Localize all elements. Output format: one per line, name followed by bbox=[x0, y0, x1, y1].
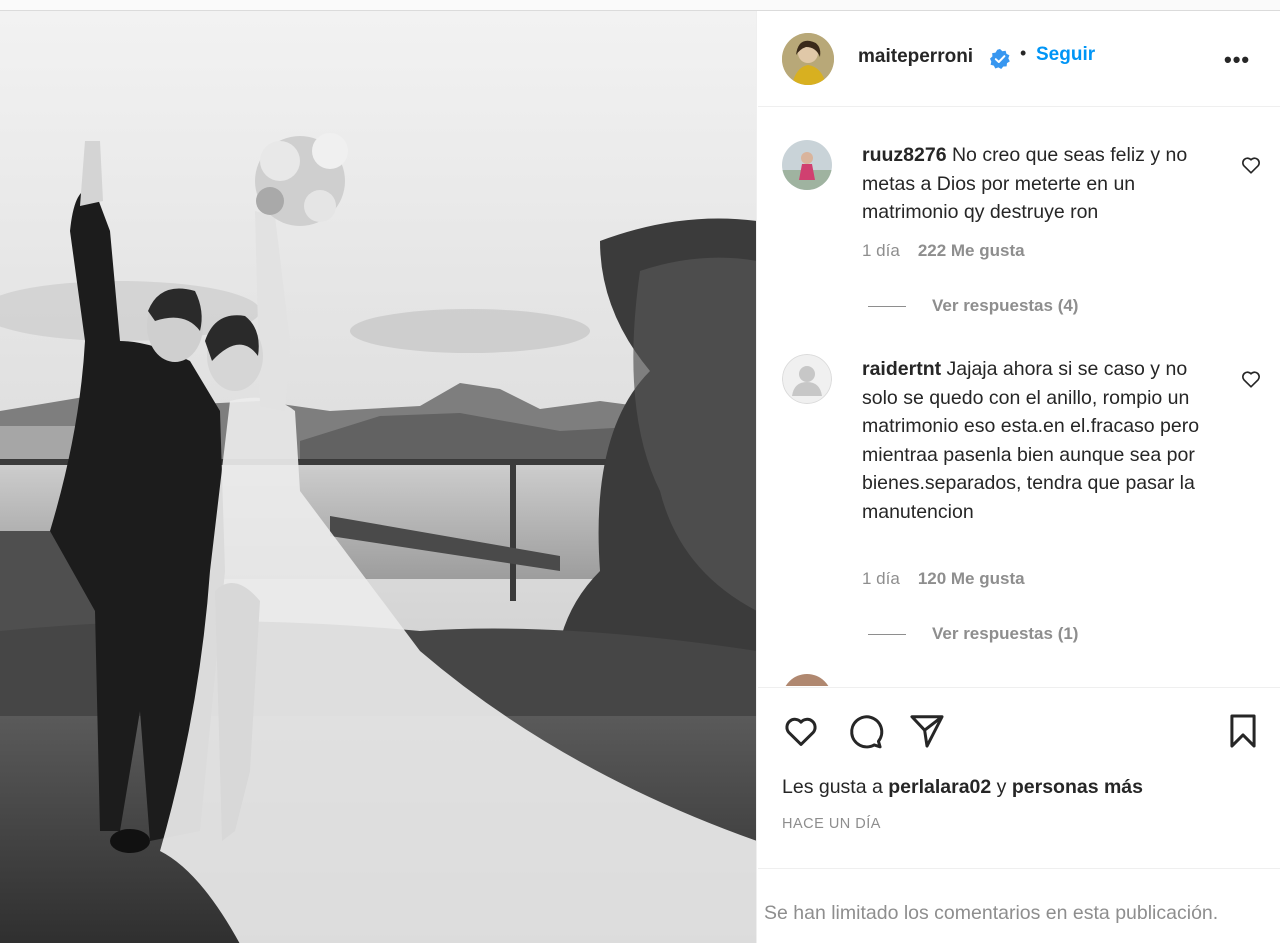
post-side-panel: maiteperroni • Seguir ••• ruuz8276 No cr… bbox=[758, 11, 1280, 943]
likes-summary: Les gusta a perlalara02 y personas más bbox=[782, 776, 1143, 799]
comments-limited-notice: Se han limitado los comentarios en esta … bbox=[758, 868, 1280, 943]
comment-time[interactable]: 1 día bbox=[862, 241, 900, 260]
view-replies-button[interactable]: Ver respuestas (1) bbox=[868, 624, 1078, 644]
comment-likes[interactable]: 120 Me gusta bbox=[918, 569, 1025, 588]
comments-list[interactable]: ruuz8276 No creo que seas feliz y no met… bbox=[758, 108, 1280, 686]
author-username[interactable]: maiteperroni bbox=[858, 46, 973, 68]
comment-like-heart-icon[interactable] bbox=[1240, 154, 1262, 176]
more-options-button[interactable]: ••• bbox=[1224, 47, 1250, 73]
comment-text: raidertnt Jajaja ahora si se caso y no s… bbox=[862, 355, 1212, 526]
heart-outline-icon[interactable] bbox=[782, 712, 820, 750]
bookmark-icon[interactable] bbox=[1224, 712, 1262, 750]
likes-others-link[interactable]: personas más bbox=[1012, 776, 1143, 798]
view-replies-button[interactable]: Ver respuestas (4) bbox=[868, 296, 1078, 316]
post-header: maiteperroni • Seguir ••• bbox=[758, 11, 1280, 107]
likes-conjunction: y bbox=[996, 776, 1007, 798]
commenter-avatar[interactable] bbox=[782, 354, 832, 404]
view-replies-label: Ver respuestas (1) bbox=[932, 624, 1079, 643]
separator-dot: • bbox=[1020, 43, 1027, 63]
post-timestamp[interactable]: HACE UN DÍA bbox=[782, 816, 881, 832]
replies-divider bbox=[868, 306, 906, 308]
comments-limited-text: Se han limitado los comentarios en esta … bbox=[764, 902, 1219, 924]
liked-by-username[interactable]: perlalara02 bbox=[888, 776, 991, 798]
comment-meta: 1 día 222 Me gusta bbox=[862, 241, 1025, 261]
comment-like-heart-icon[interactable] bbox=[1240, 368, 1262, 390]
replies-divider bbox=[868, 634, 906, 636]
post-actions: Les gusta a perlalara02 y personas más H… bbox=[758, 687, 1280, 943]
commenter-avatar[interactable] bbox=[782, 140, 832, 190]
author-avatar[interactable] bbox=[782, 33, 834, 85]
comment-icon[interactable] bbox=[846, 712, 884, 750]
share-plane-icon[interactable] bbox=[908, 712, 946, 750]
comment-username[interactable]: ruuz8276 bbox=[862, 144, 947, 166]
instagram-post-modal: maiteperroni • Seguir ••• ruuz8276 No cr… bbox=[0, 10, 1280, 943]
comment-content: Jajaja ahora si se caso y no solo se que… bbox=[862, 358, 1200, 523]
comment-username[interactable]: raidertnt bbox=[862, 358, 941, 380]
commenter-avatar-partial[interactable] bbox=[782, 674, 832, 686]
post-photo[interactable] bbox=[0, 11, 757, 943]
likes-prefix: Les gusta a bbox=[782, 776, 883, 798]
comment-likes[interactable]: 222 Me gusta bbox=[918, 241, 1025, 260]
view-replies-label: Ver respuestas (4) bbox=[932, 296, 1079, 315]
follow-button[interactable]: Seguir bbox=[1036, 44, 1095, 66]
comment-meta: 1 día 120 Me gusta bbox=[862, 569, 1025, 589]
wedding-photo bbox=[0, 11, 756, 943]
comment-time[interactable]: 1 día bbox=[862, 569, 900, 588]
comment-text: ruuz8276 No creo que seas feliz y no met… bbox=[862, 141, 1212, 227]
verified-badge-icon bbox=[990, 49, 1010, 69]
